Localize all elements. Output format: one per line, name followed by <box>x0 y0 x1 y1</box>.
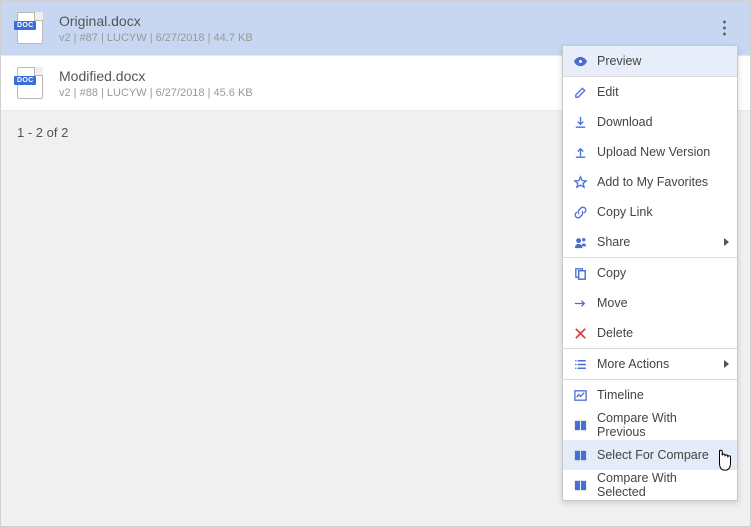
cursor-pointer-icon <box>714 449 736 473</box>
menu-label: Preview <box>597 54 641 68</box>
menu-favorites[interactable]: Add to My Favorites <box>563 167 737 197</box>
compare-icon <box>573 448 588 463</box>
menu-label: Add to My Favorites <box>597 175 708 189</box>
menu-label: Delete <box>597 326 633 340</box>
chevron-right-icon <box>724 360 729 368</box>
menu-label: Edit <box>597 85 619 99</box>
menu-label: Copy <box>597 266 626 280</box>
kebab-menu-button[interactable] <box>717 15 732 42</box>
context-menu: Preview Edit Download Upload New Version… <box>562 45 738 501</box>
star-icon <box>573 175 588 190</box>
menu-label: Move <box>597 296 628 310</box>
menu-delete[interactable]: Delete <box>563 318 737 348</box>
menu-compare-previous[interactable]: Compare With Previous <box>563 410 737 440</box>
menu-more-actions[interactable]: More Actions <box>563 349 737 379</box>
menu-copy[interactable]: Copy <box>563 258 737 288</box>
menu-label: Upload New Version <box>597 145 710 159</box>
arrow-right-icon <box>573 296 588 311</box>
file-subtext: v2 | #88 | LUCYW | 6/27/2018 | 45.6 KB <box>59 87 253 99</box>
menu-move[interactable]: Move <box>563 288 737 318</box>
menu-label: Compare With Previous <box>597 411 727 439</box>
link-icon <box>573 205 588 220</box>
doc-file-icon: DOC <box>17 67 43 99</box>
file-name: Original.docx <box>59 13 253 29</box>
menu-label: Download <box>597 115 653 129</box>
menu-label: Select For Compare <box>597 448 709 462</box>
chevron-right-icon <box>724 238 729 246</box>
app-window: DOC Original.docx v2 | #87 | LUCYW | 6/2… <box>0 0 751 527</box>
share-icon <box>573 235 588 250</box>
menu-download[interactable]: Download <box>563 107 737 137</box>
menu-compare-selected[interactable]: Compare With Selected <box>563 470 737 500</box>
menu-share[interactable]: Share <box>563 227 737 257</box>
eye-icon <box>573 54 588 69</box>
menu-select-for-compare[interactable]: Select For Compare <box>563 440 737 470</box>
upload-icon <box>573 145 588 160</box>
menu-preview[interactable]: Preview <box>563 46 737 76</box>
menu-label: Share <box>597 235 630 249</box>
copy-icon <box>573 266 588 281</box>
menu-label: Compare With Selected <box>597 471 727 499</box>
menu-copylink[interactable]: Copy Link <box>563 197 737 227</box>
menu-edit[interactable]: Edit <box>563 77 737 107</box>
x-icon <box>573 326 588 341</box>
doc-file-icon: DOC <box>17 12 43 44</box>
menu-label: More Actions <box>597 357 669 371</box>
file-meta: Original.docx v2 | #87 | LUCYW | 6/27/20… <box>59 13 253 44</box>
timeline-icon <box>573 388 588 403</box>
compare-icon <box>573 418 588 433</box>
file-name: Modified.docx <box>59 68 253 84</box>
menu-timeline[interactable]: Timeline <box>563 380 737 410</box>
file-meta: Modified.docx v2 | #88 | LUCYW | 6/27/20… <box>59 68 253 99</box>
menu-label: Copy Link <box>597 205 653 219</box>
list-icon <box>573 357 588 372</box>
file-subtext: v2 | #87 | LUCYW | 6/27/2018 | 44.7 KB <box>59 32 253 44</box>
menu-label: Timeline <box>597 388 644 402</box>
download-icon <box>573 115 588 130</box>
pencil-icon <box>573 85 588 100</box>
menu-upload[interactable]: Upload New Version <box>563 137 737 167</box>
compare-icon <box>573 478 588 493</box>
